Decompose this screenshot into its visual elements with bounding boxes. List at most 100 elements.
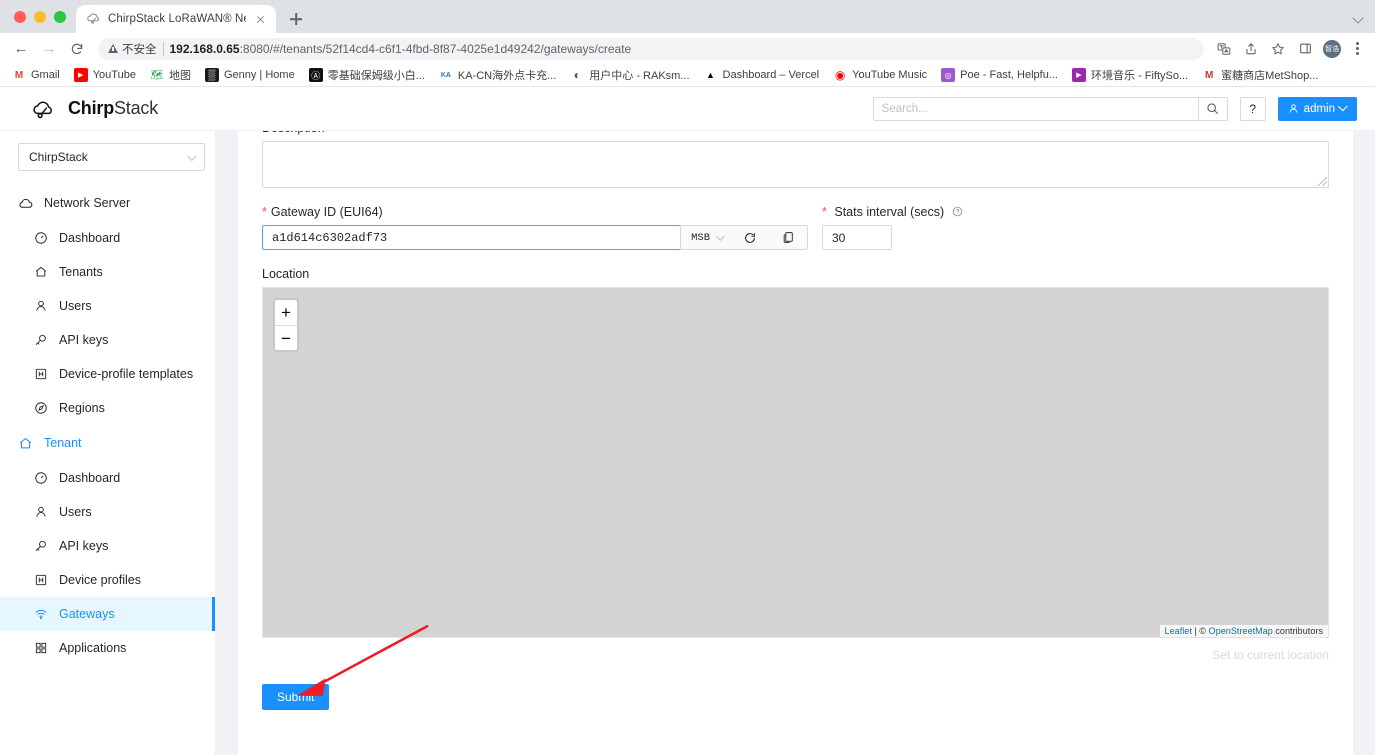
content-area: Description Gateway ID (EUI64) bbox=[216, 131, 1375, 755]
profile-avatar[interactable]: 智浩 bbox=[1323, 40, 1341, 58]
sidebar-item-label: API keys bbox=[59, 539, 108, 553]
zoom-out-button[interactable]: − bbox=[275, 325, 297, 350]
sidebar-item-applications[interactable]: Applications bbox=[0, 631, 215, 665]
app-body: ChirpStack Network Server Dashboard Te bbox=[0, 131, 1375, 755]
leaflet-link[interactable]: Leaflet bbox=[1165, 626, 1192, 636]
forward-button[interactable]: → bbox=[36, 36, 62, 62]
osm-link[interactable]: OpenStreetMap bbox=[1209, 626, 1273, 636]
tab-list-chevron-down-icon[interactable] bbox=[1349, 8, 1367, 26]
bookmark-item[interactable]: M蜜糖商店MetShop... bbox=[1196, 65, 1324, 85]
attr-separator: | © bbox=[1192, 626, 1209, 636]
browser-menu-icon[interactable] bbox=[1347, 42, 1367, 55]
new-tab-button[interactable] bbox=[282, 5, 310, 33]
help-circle-icon[interactable] bbox=[952, 206, 963, 217]
sidebar-item-label: Device-profile templates bbox=[59, 367, 193, 381]
bookmark-item[interactable]: MGmail bbox=[6, 66, 66, 84]
sidebar-group-network-server[interactable]: Network Server bbox=[0, 185, 215, 221]
chirpstack-logo[interactable]: ChirpStack bbox=[30, 98, 158, 120]
bookmark-label: 蜜糖商店MetShop... bbox=[1221, 67, 1318, 83]
bookmark-item[interactable]: ◎Poe - Fast, Helpfu... bbox=[935, 66, 1064, 84]
stats-interval-input[interactable] bbox=[822, 225, 892, 250]
generate-eui-button[interactable] bbox=[731, 226, 769, 249]
map-zoom-controls: + − bbox=[273, 298, 299, 352]
endianness-value: MSB bbox=[691, 232, 710, 244]
bookmark-label: Dashboard – Vercel bbox=[723, 69, 820, 81]
sidebar-item-tenant-api-keys[interactable]: API keys bbox=[0, 529, 215, 563]
bookmark-item[interactable]: ◐用户中心 - RAKsm... bbox=[564, 65, 695, 85]
sidebar-item-tenant-device-profiles[interactable]: Device profiles bbox=[0, 563, 215, 597]
help-button[interactable]: ? bbox=[1240, 97, 1266, 121]
search-input[interactable] bbox=[873, 97, 1198, 121]
sidebar-item-ns-tenants[interactable]: Tenants bbox=[0, 255, 215, 289]
sidebar-item-tenant-dashboard[interactable]: Dashboard bbox=[0, 461, 215, 495]
sidebar-item-ns-device-profile-templates[interactable]: Device-profile templates bbox=[0, 357, 215, 391]
close-window-button[interactable] bbox=[14, 11, 26, 23]
sidebar-item-ns-api-keys[interactable]: API keys bbox=[0, 323, 215, 357]
template-icon bbox=[33, 367, 48, 382]
bookmark-label: YouTube bbox=[93, 69, 136, 81]
home-icon bbox=[18, 436, 33, 451]
bookmark-favicon: Ⓐ bbox=[309, 68, 323, 82]
bookmark-item[interactable]: ▶YouTube bbox=[68, 66, 142, 84]
key-icon bbox=[33, 539, 48, 554]
location-map[interactable]: + − bbox=[262, 287, 1329, 638]
user-icon bbox=[33, 299, 48, 314]
bookmark-item[interactable]: Ⓐ零基础保姆级小白... bbox=[303, 65, 431, 85]
copy-eui-button[interactable] bbox=[769, 226, 807, 249]
bookmark-item[interactable]: ▶环境音乐 - FiftySo... bbox=[1066, 65, 1194, 85]
bookmarks-bar: MGmail ▶YouTube 🗺地图 ▒ Genny | Home Ⓐ零基础保姆… bbox=[0, 64, 1375, 87]
bookmark-item[interactable]: ▲Dashboard – Vercel bbox=[698, 66, 826, 84]
bookmark-star-icon[interactable] bbox=[1266, 37, 1290, 61]
resize-handle-icon[interactable] bbox=[1318, 177, 1327, 186]
bookmark-favicon: ▒ bbox=[205, 68, 219, 82]
sidebar-item-ns-dashboard[interactable]: Dashboard bbox=[0, 221, 215, 255]
tabstrip-right-controls bbox=[1349, 0, 1375, 33]
maximize-window-button[interactable] bbox=[54, 11, 66, 23]
window-traffic-lights[interactable] bbox=[10, 0, 76, 33]
url-input[interactable]: 不安全 192.168.0.65:8080/#/tenants/52f14cd4… bbox=[98, 38, 1204, 60]
share-icon[interactable] bbox=[1239, 37, 1263, 61]
bookmark-item[interactable]: ◉YouTube Music bbox=[827, 66, 933, 84]
bookmark-label: Genny | Home bbox=[224, 69, 295, 81]
sidebar: ChirpStack Network Server Dashboard Te bbox=[0, 131, 216, 755]
user-menu-button[interactable]: admin bbox=[1278, 97, 1357, 121]
bookmark-item[interactable]: 🗺地图 bbox=[144, 65, 197, 85]
submit-button[interactable]: Submit bbox=[262, 684, 329, 710]
browser-tab[interactable]: ChirpStack LoRaWAN® Networ bbox=[76, 5, 276, 33]
reload-button[interactable] bbox=[64, 36, 90, 62]
chirpstack-app: ChirpStack ? admin bbox=[0, 87, 1375, 755]
endianness-select[interactable]: MSB bbox=[681, 226, 731, 249]
bookmark-favicon: ◉ bbox=[833, 68, 847, 82]
side-panel-icon[interactable] bbox=[1293, 37, 1317, 61]
sidebar-item-ns-regions[interactable]: Regions bbox=[0, 391, 215, 425]
user-menu-label: admin bbox=[1304, 103, 1335, 115]
not-secure-indicator[interactable]: 不安全 bbox=[108, 41, 157, 57]
bookmark-item[interactable]: ▒ Genny | Home bbox=[199, 66, 301, 84]
minimize-window-button[interactable] bbox=[34, 11, 46, 23]
description-textarea[interactable] bbox=[262, 141, 1329, 188]
close-tab-button[interactable] bbox=[253, 12, 268, 27]
back-button[interactable]: ← bbox=[8, 36, 34, 62]
chirpstack-favicon bbox=[87, 12, 101, 26]
gateway-id-label: Gateway ID (EUI64) bbox=[262, 205, 808, 219]
gateway-id-input[interactable] bbox=[262, 225, 680, 250]
wifi-icon bbox=[33, 607, 48, 622]
bookmark-label: Poe - Fast, Helpfu... bbox=[960, 69, 1058, 81]
set-current-location-link[interactable]: Set to current location bbox=[262, 648, 1329, 662]
sidebar-group-tenant[interactable]: Tenant bbox=[0, 425, 215, 461]
user-icon bbox=[33, 505, 48, 520]
sidebar-item-gateways[interactable]: Gateways bbox=[0, 597, 215, 631]
translate-icon[interactable] bbox=[1212, 37, 1236, 61]
sidebar-item-ns-users[interactable]: Users bbox=[0, 289, 215, 323]
sidebar-item-label: Applications bbox=[59, 641, 126, 655]
sidebar-group-label: Tenant bbox=[44, 436, 82, 450]
tab-title: ChirpStack LoRaWAN® Networ bbox=[108, 13, 246, 25]
zoom-in-button[interactable]: + bbox=[275, 300, 297, 325]
sidebar-item-label: Device profiles bbox=[59, 573, 141, 587]
location-label: Location bbox=[262, 267, 1329, 281]
tenant-selector[interactable]: ChirpStack bbox=[18, 143, 205, 171]
search-button[interactable] bbox=[1198, 97, 1228, 121]
sidebar-item-tenant-users[interactable]: Users bbox=[0, 495, 215, 529]
header-actions: ? admin bbox=[873, 97, 1357, 121]
bookmark-item[interactable]: KAKA-CN海外点卡充... bbox=[433, 65, 562, 85]
